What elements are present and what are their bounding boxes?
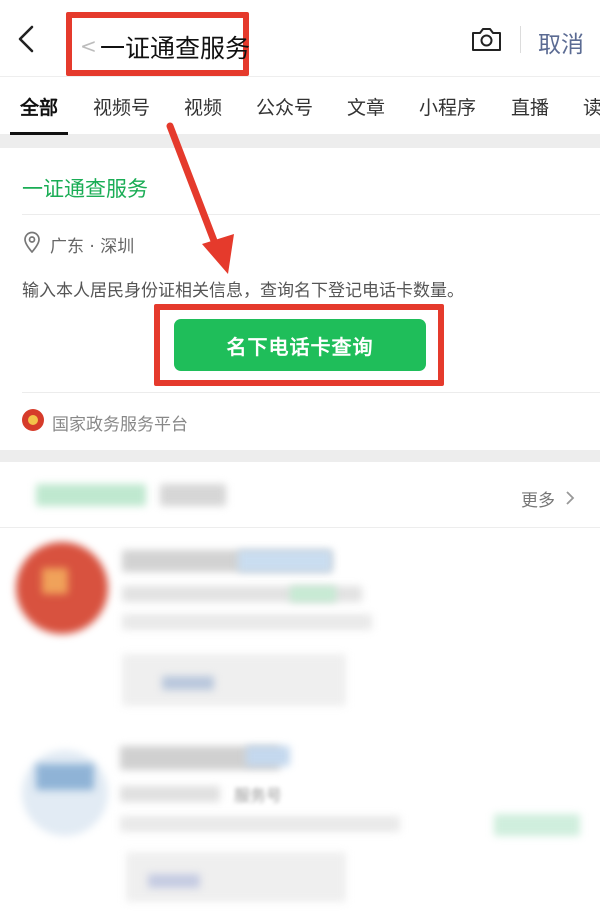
blurred-text xyxy=(120,786,220,802)
blurred-text xyxy=(246,746,290,766)
divider xyxy=(22,392,600,393)
phone-card-query-label: 名下电话卡查询 xyxy=(226,334,374,359)
search-input-chevron: < xyxy=(80,34,97,58)
blurred-section-title xyxy=(160,484,226,506)
back-icon[interactable] xyxy=(14,24,40,54)
divider xyxy=(0,527,600,528)
provider-name: 国家政务服务平台 xyxy=(52,415,188,435)
tab-read[interactable]: 读 xyxy=(583,93,600,120)
blurred-text xyxy=(290,586,336,602)
tab-mini-programs[interactable]: 小程序 xyxy=(419,93,476,120)
blurred-text xyxy=(120,816,400,832)
divider xyxy=(22,214,600,215)
blurred-button[interactable] xyxy=(494,814,580,836)
category-tabs: 全部 视频号 视频 公众号 文章 小程序 直播 读 xyxy=(0,76,600,135)
blurred-avatar xyxy=(22,750,108,836)
search-input-highlight[interactable]: < 一证通查服务 xyxy=(66,12,250,76)
header-divider xyxy=(520,26,521,53)
location-pin-icon xyxy=(24,231,40,253)
tab-live[interactable]: 直播 xyxy=(511,93,549,120)
tab-articles[interactable]: 文章 xyxy=(347,93,385,120)
tab-videos[interactable]: 视频 xyxy=(184,93,222,120)
more-link[interactable]: 更多 xyxy=(521,486,555,511)
tab-official-accounts[interactable]: 公众号 xyxy=(256,93,313,120)
search-input-query[interactable]: 一证通查服务 xyxy=(100,29,250,65)
tab-channels[interactable]: 视频号 xyxy=(93,93,150,120)
chevron-right-icon[interactable] xyxy=(565,490,575,506)
search-header: < 一证通查服务 取消 xyxy=(0,0,600,76)
tab-all[interactable]: 全部 xyxy=(20,93,58,120)
blurred-thumbnail xyxy=(162,676,214,690)
service-card[interactable]: 一证通查服务 广东 · 深圳 输入本人居民身份证相关信息，查询名下登记电话卡数量… xyxy=(0,148,600,450)
blurred-avatar xyxy=(36,764,94,790)
blurred-thumbnail xyxy=(148,874,200,888)
cancel-button[interactable]: 取消 xyxy=(538,25,584,59)
service-title[interactable]: 一证通查服务 xyxy=(22,173,148,203)
blurred-avatar xyxy=(42,568,68,594)
service-description: 输入本人居民身份证相关信息，查询名下登记电话卡数量。 xyxy=(22,281,464,301)
blurred-text: 服务号 xyxy=(234,786,283,805)
blurred-text xyxy=(238,550,332,572)
camera-icon[interactable] xyxy=(471,26,502,52)
service-location: 广东 · 深圳 xyxy=(50,237,135,257)
phone-card-query-button[interactable]: 名下电话卡查询 xyxy=(174,319,426,371)
related-results: 更多 服务号 xyxy=(0,462,600,921)
blurred-text xyxy=(122,614,372,630)
blurred-thumbnail xyxy=(122,654,346,706)
search-results-page: < 一证通查服务 取消 全部 视频号 视频 公众号 文章 小程序 直播 读 一证… xyxy=(0,0,600,921)
blurred-section-title xyxy=(36,484,146,506)
national-emblem-icon xyxy=(22,409,44,431)
active-tab-indicator xyxy=(10,132,68,135)
